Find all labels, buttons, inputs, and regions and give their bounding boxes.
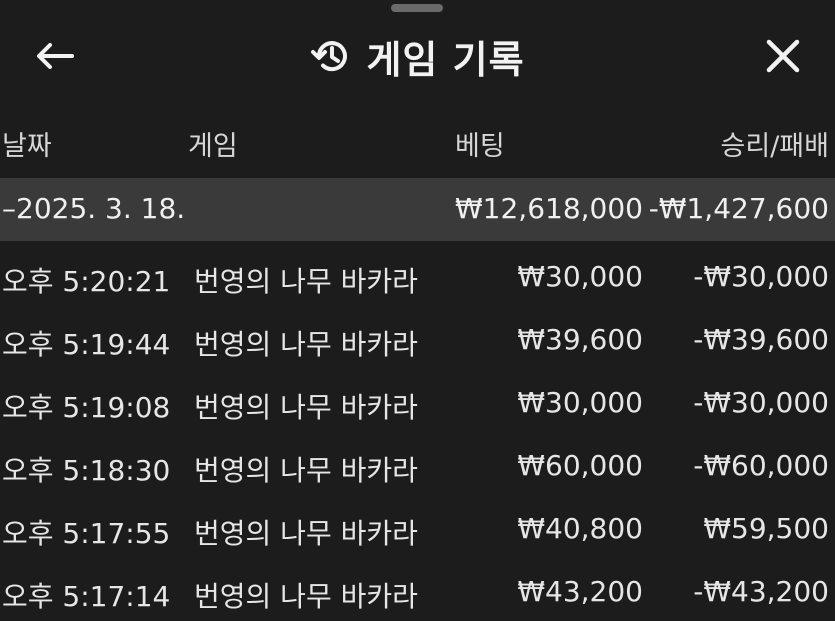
row-game: 번영의 나무 바카라: [194, 517, 418, 550]
row-game: 번영의 나무 바카라: [194, 454, 418, 487]
row-result: ₩59,500: [703, 512, 829, 545]
row-result: -₩43,200: [693, 575, 829, 608]
row-result: -₩30,000: [693, 260, 829, 293]
row-time: 오후 5:17:55: [2, 517, 171, 550]
close-button[interactable]: [761, 34, 805, 78]
history-row[interactable]: 오후 5:19:44 번영의 나무 바카라 ₩39,600 -₩39,600: [0, 311, 835, 374]
summary-result: -₩1,427,600: [648, 192, 829, 225]
close-icon: [766, 39, 800, 73]
history-row[interactable]: 오후 5:17:14 번영의 나무 바카라 ₩43,200 -₩43,200: [0, 563, 835, 621]
column-game: 게임: [188, 131, 238, 162]
row-game: 번영의 나무 바카라: [194, 580, 418, 613]
row-game: 번영의 나무 바카라: [194, 391, 418, 424]
row-result: -₩30,000: [693, 386, 829, 419]
row-bet: ₩30,000: [517, 260, 643, 293]
row-time: 오후 5:19:08: [2, 391, 171, 424]
row-bet: ₩30,000: [517, 386, 643, 419]
history-row[interactable]: 오후 5:19:08 번영의 나무 바카라 ₩30,000 -₩30,000: [0, 374, 835, 437]
drag-handle[interactable]: [391, 4, 443, 12]
row-game: 번영의 나무 바카라: [194, 265, 418, 298]
summary-date: –2025. 3. 18.: [2, 192, 186, 225]
history-row[interactable]: 오후 5:17:55 번영의 나무 바카라 ₩40,800 ₩59,500: [0, 500, 835, 563]
row-result: -₩39,600: [693, 323, 829, 356]
column-bet: 베팅: [455, 131, 505, 162]
row-time: 오후 5:17:14: [2, 580, 171, 613]
row-time: 오후 5:18:30: [2, 454, 171, 487]
history-row[interactable]: 오후 5:20:21 번영의 나무 바카라 ₩30,000 -₩30,000: [0, 248, 835, 311]
row-result: -₩60,000: [693, 449, 829, 482]
game-history-sheet: 게임 기록 날짜 게임 베팅 승리/패배 –2025. 3. 18. ₩12,6…: [0, 0, 835, 621]
row-bet: ₩43,200: [517, 575, 643, 608]
history-row[interactable]: 오후 5:18:30 번영의 나무 바카라 ₩60,000 -₩60,000: [0, 437, 835, 500]
column-date: 날짜: [2, 131, 52, 162]
row-bet: ₩39,600: [517, 323, 643, 356]
column-header-row: 날짜 게임 베팅 승리/패배: [0, 124, 835, 172]
row-bet: ₩40,800: [517, 512, 643, 545]
summary-bet: ₩12,618,000: [454, 192, 643, 225]
title-group: 게임 기록: [0, 30, 835, 82]
history-icon: [311, 41, 348, 72]
row-bet: ₩60,000: [517, 449, 643, 482]
history-list: 오후 5:20:21 번영의 나무 바카라 ₩30,000 -₩30,000 오…: [0, 248, 835, 621]
header: 게임 기록: [0, 20, 835, 92]
row-time: 오후 5:19:44: [2, 328, 171, 361]
row-time: 오후 5:20:21: [2, 265, 171, 298]
row-game: 번영의 나무 바카라: [194, 328, 418, 361]
page-title: 게임 기록: [366, 37, 525, 82]
column-result: 승리/패배: [720, 131, 829, 162]
date-group-summary[interactable]: –2025. 3. 18. ₩12,618,000 -₩1,427,600: [0, 178, 835, 241]
